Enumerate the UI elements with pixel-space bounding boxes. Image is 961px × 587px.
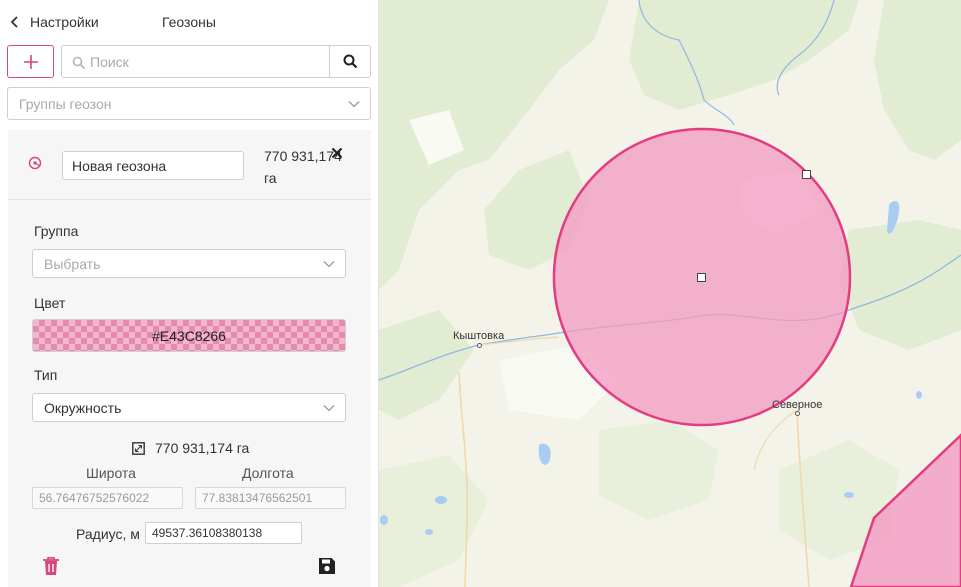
type-select-value: Окружность	[44, 399, 122, 416]
longitude-field: 77.83813476562501	[195, 487, 346, 509]
geozone-edit-form: Группа Выбрать Цвет #E43C8266 Тип Окружн…	[8, 200, 371, 587]
geozone-groups-select[interactable]: Группы геозон	[7, 87, 371, 120]
resize-icon	[132, 441, 145, 455]
town-label-severnoe: Северное	[772, 399, 823, 411]
search-input[interactable]	[90, 52, 320, 72]
chevron-down-icon	[323, 404, 335, 411]
group-label: Группа	[34, 223, 79, 239]
search-button[interactable]	[329, 46, 370, 77]
plus-icon	[23, 54, 38, 69]
type-label: Тип	[34, 367, 58, 383]
sidebar-header: Настройки Геозоны	[0, 0, 379, 44]
search-icon	[72, 56, 86, 70]
area-summary: 770 931,174 га	[132, 440, 249, 456]
latitude-field: 56.76476752576022	[32, 487, 183, 509]
geozone-radius-handle[interactable]	[802, 170, 811, 179]
page-title: Геозоны	[162, 14, 216, 30]
geozone-name-input[interactable]	[62, 151, 244, 180]
geozone-list-item: 770 931,174 га	[8, 130, 371, 200]
save-icon[interactable]	[318, 557, 336, 575]
color-picker[interactable]: #E43C8266	[32, 319, 346, 352]
radius-label: Радиус, м	[76, 526, 140, 542]
back-label: Настройки	[30, 14, 99, 30]
longitude-label: Долгота	[242, 465, 294, 481]
latitude-label: Широта	[86, 465, 136, 481]
geozone-target-icon[interactable]	[28, 156, 42, 170]
search-icon	[343, 54, 357, 69]
geozone-groups-placeholder: Группы геозон	[19, 95, 112, 112]
map-canvas[interactable]	[379, 0, 961, 587]
color-value: #E43C8266	[152, 328, 226, 344]
group-select-placeholder: Выбрать	[44, 255, 101, 272]
search-field	[61, 45, 371, 78]
town-marker	[795, 411, 800, 416]
town-label-kyshtovka: Кыштовка	[453, 330, 505, 342]
group-select[interactable]: Выбрать	[32, 249, 346, 278]
map-view[interactable]: Кыштовка Северное	[379, 0, 961, 587]
geozone-center-handle[interactable]	[697, 273, 706, 282]
add-geozone-button[interactable]	[7, 45, 54, 78]
town-marker	[477, 343, 482, 348]
chevron-down-icon	[323, 260, 335, 267]
radius-input[interactable]	[145, 522, 302, 544]
chevron-left-icon	[10, 16, 18, 28]
trash-icon[interactable]	[42, 556, 60, 576]
back-button[interactable]: Настройки	[10, 12, 99, 32]
color-label: Цвет	[34, 295, 66, 311]
close-icon[interactable]	[331, 147, 343, 159]
area-value: 770 931,174 га	[155, 440, 250, 456]
chevron-down-icon	[348, 100, 360, 107]
settings-sidebar: Настройки Геозоны Группы геозон	[0, 0, 379, 587]
type-select[interactable]: Окружность	[32, 393, 346, 422]
